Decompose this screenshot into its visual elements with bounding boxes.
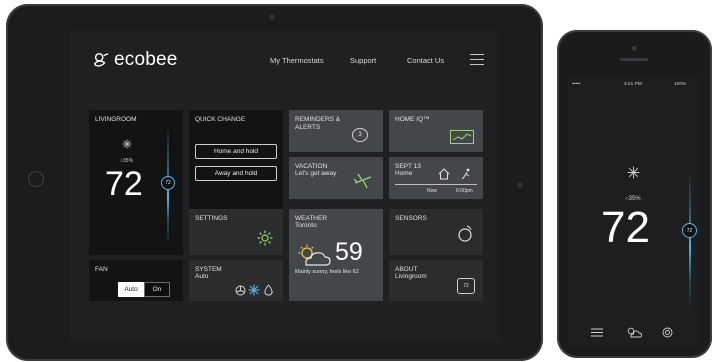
tile-livingroom[interactable]: LIVINGROOM ○35% 72 72 [89,110,183,255]
product-mockup: ecobee My Thermostats Support Contact Us… [0,0,713,362]
tile-title: SENSORS [395,215,427,222]
thermostat-badge: 72 [457,278,475,294]
ecobee-logo-icon [93,52,109,67]
current-temp: 72 [105,165,143,203]
phone-current-temp: 72 [601,203,650,252]
phone-setpoint-track[interactable] [689,170,691,310]
gear-icon [257,230,273,246]
tile-title: LIVINGROOM [95,116,137,123]
system-mode: Auto [195,273,209,280]
schedule-timeline [395,184,477,185]
home-iq-chart-icon [450,130,474,144]
weather-city: Toronto [295,222,317,229]
tablet-screen: ecobee My Thermostats Support Contact Us… [70,29,499,342]
leave-icon [461,168,470,180]
tile-schedule[interactable]: SEPT 13 Home Now 6:00pm [389,157,483,199]
airplane-icon [353,173,372,189]
tablet-camera [269,14,275,20]
phone-humidity: ○35% [625,196,641,202]
status-carrier: ••••• [572,82,581,87]
status-time: 4:21 PM [624,82,642,87]
brand-logo[interactable]: ecobee [92,49,178,71]
menu-icon[interactable] [470,54,484,65]
home-and-hold-button[interactable]: Home and hold [195,144,277,159]
tile-about[interactable]: ABOUT Livingroom 72 [389,260,483,301]
alert-count-badge: 3 [352,128,368,142]
humidity-drop-icon [264,284,273,296]
tile-title: FAN [95,266,108,273]
top-bar: ecobee My Thermostats Support Contact Us [70,29,499,84]
tile-weather[interactable]: WEATHER Toronto 59 Mainly sunny, feels l… [289,209,383,301]
sensor-icon [458,225,472,242]
schedule-time-from: Now [427,188,438,194]
brand-name: ecobee [114,49,178,70]
tablet-home-button [28,171,44,187]
snowflake-icon [248,284,260,296]
snowflake-icon [627,166,640,179]
tile-title: SETTINGS [195,215,228,222]
fan-on-option[interactable]: On [144,282,170,297]
tile-subtitle: Let's get away [295,170,337,177]
schedule-time-to: 6:00pm [456,188,473,194]
tablet-sensor [517,182,523,188]
phone-camera [632,46,637,51]
humidity-label: ○35% [120,158,134,164]
tile-quick-change: QUICK CHANGE Home and hold Away and hold [189,110,283,211]
tile-title: HOME IQ™ [395,116,430,123]
tile-home-iq[interactable]: HOME IQ™ [389,110,483,152]
tile-title: REMINDERS & ALERTS [295,116,341,131]
fan-auto-option[interactable]: Auto [118,282,144,297]
fan-mode-toggle[interactable]: Auto On [118,282,170,297]
weather-temp: 59 [335,238,363,266]
phone-speaker [620,58,648,61]
away-and-hold-button[interactable]: Away and hold [195,166,277,181]
setpoint-slider-thumb[interactable]: 72 [161,176,175,190]
snowflake-icon [122,139,132,149]
tablet-device: ecobee My Thermostats Support Contact Us… [6,4,543,361]
tile-fan: FAN Auto On [89,260,183,301]
fan-blade-icon [235,285,246,296]
tile-vacation[interactable]: VACATION Let's get away [289,157,383,199]
weather-icon[interactable] [626,326,642,338]
phone-setpoint-thumb[interactable]: 72 [682,223,697,238]
tile-reminders-alerts[interactable]: REMINDERS & ALERTS 3 [289,110,383,152]
tile-title: QUICK CHANGE [195,116,246,123]
nav-my-thermostats[interactable]: My Thermostats [270,56,324,65]
sun-cloud-icon [298,244,331,266]
nav-contact-us[interactable]: Contact Us [407,56,444,65]
schedule-comfort-setting: Home [395,170,413,177]
about-device: Livingroom [395,273,427,280]
tile-sensors[interactable]: SENSORS [389,209,483,255]
menu-icon[interactable] [591,328,603,337]
phone-screen: ••••• 4:21 PM 100% ○35% 72 72 [568,78,701,348]
phone-device: ••••• 4:21 PM 100% ○35% 72 72 [557,30,712,358]
tile-settings[interactable]: SETTINGS [189,209,283,255]
nav-support[interactable]: Support [350,56,376,65]
phone-tab-bar [568,326,701,348]
status-battery: 100% [674,82,687,87]
sensor-tab-icon[interactable] [661,327,674,338]
home-icon [438,168,450,180]
tile-system[interactable]: SYSTEM Auto [189,260,283,301]
weather-description: Mainly sunny, feels like 62 [295,269,359,275]
